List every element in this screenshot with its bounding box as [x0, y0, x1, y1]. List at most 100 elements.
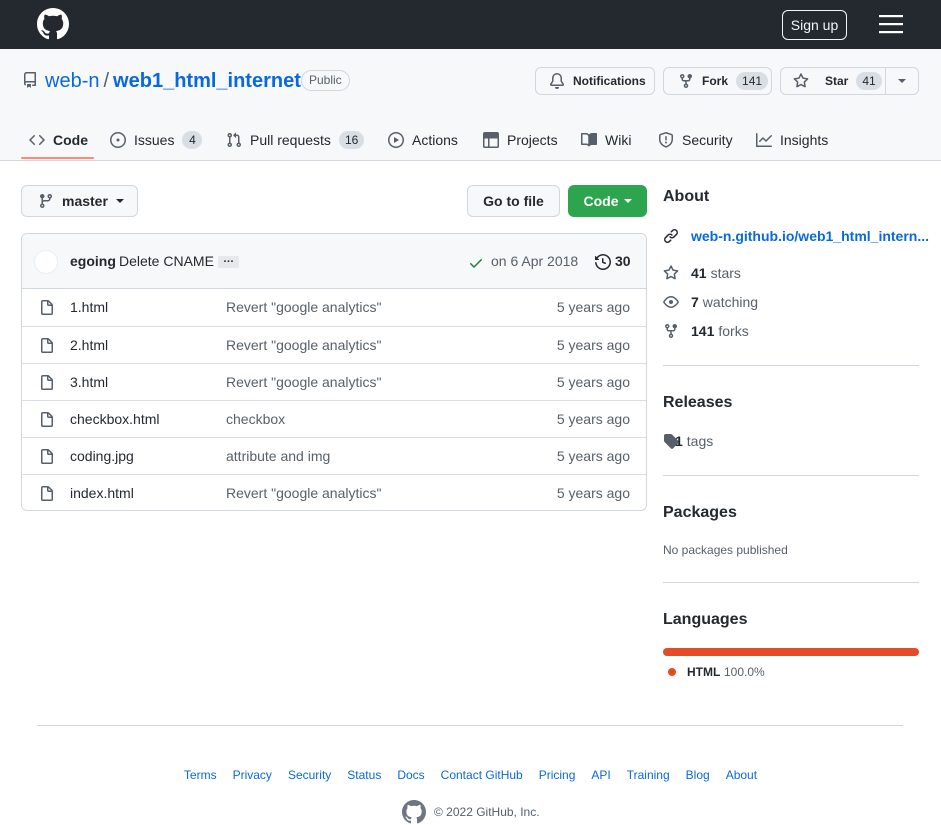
commit-date-link[interactable]: on 6 Apr 2018	[491, 253, 578, 269]
footer-link-docs[interactable]: Docs	[397, 768, 424, 782]
file-commit-message-link[interactable]: attribute and img	[226, 448, 330, 464]
commit-message-link[interactable]: Delete CNAME	[119, 253, 214, 269]
file-icon	[39, 486, 55, 502]
tab-projects[interactable]: Projects	[483, 128, 558, 152]
tab-projects-label: Projects	[507, 132, 558, 148]
chevron-down-icon	[623, 199, 632, 203]
tab-issues[interactable]: Issues 4	[110, 128, 203, 152]
footer-link-privacy[interactable]: Privacy	[233, 768, 272, 782]
file-icon	[39, 449, 55, 465]
tab-insights[interactable]: Insights	[756, 128, 828, 152]
stars-link[interactable]: 41 stars	[663, 265, 741, 281]
file-icon	[39, 412, 55, 428]
footer-link-about[interactable]: About	[726, 768, 757, 782]
star-button[interactable]: Star 41	[781, 68, 887, 94]
latest-commit-row: egoing Delete CNAME … on 6 Apr 2018 30	[22, 234, 646, 289]
watching-count: 7	[691, 294, 699, 310]
watchers-link[interactable]: 7 watching	[663, 294, 758, 310]
tab-code-label: Code	[53, 132, 88, 148]
file-name-link[interactable]: index.html	[70, 485, 134, 501]
file-commit-message-link[interactable]: Revert "google analytics"	[226, 374, 381, 390]
notifications-button[interactable]: Notifications	[535, 67, 655, 95]
file-age: 5 years ago	[556, 299, 630, 315]
commit-author-link[interactable]: egoing	[70, 253, 116, 269]
file-commit-message-link[interactable]: checkbox	[226, 411, 285, 427]
star-list-dropdown[interactable]	[886, 68, 918, 94]
code-icon	[29, 132, 53, 148]
forks-label: forks	[718, 323, 749, 339]
tab-pull-requests[interactable]: Pull requests 16	[226, 128, 365, 152]
about-heading: About	[663, 188, 710, 205]
tab-code[interactable]: Code	[29, 128, 88, 152]
bell-icon	[549, 73, 573, 89]
packages-heading[interactable]: Packages	[663, 504, 737, 522]
website-url: web-n.github.io/web1_html_intern...	[691, 228, 930, 244]
graph-icon	[756, 132, 780, 148]
repo-name-link[interactable]: web1_html_internet	[113, 70, 301, 92]
file-commit-message-link[interactable]: Revert "google analytics"	[226, 299, 381, 315]
shield-icon	[658, 132, 682, 148]
book-icon	[581, 132, 605, 148]
file-name-link[interactable]: checkbox.html	[70, 411, 159, 427]
tab-security[interactable]: Security	[658, 128, 733, 152]
table-icon	[483, 132, 507, 148]
repo-owner-link[interactable]: web-n	[45, 70, 99, 92]
file-row[interactable]: 1.html Revert "google analytics" 5 years…	[22, 289, 646, 326]
history-icon	[595, 254, 611, 270]
footer-link-pricing[interactable]: Pricing	[539, 768, 576, 782]
releases-heading[interactable]: Releases	[663, 394, 732, 412]
footer-link-blog[interactable]: Blog	[686, 768, 710, 782]
hamburger-menu-icon[interactable]	[879, 14, 903, 34]
sidebar-divider	[663, 582, 919, 583]
tab-wiki[interactable]: Wiki	[581, 128, 631, 152]
check-icon[interactable]	[468, 255, 484, 271]
tab-security-label: Security	[682, 132, 733, 148]
file-commit-message-link[interactable]: Revert "google analytics"	[226, 337, 381, 353]
footer-link-api[interactable]: API	[591, 768, 610, 782]
file-icon	[39, 338, 55, 354]
file-commit-message-link[interactable]: Revert "google analytics"	[226, 485, 381, 501]
commit-expand-button[interactable]: …	[218, 254, 239, 268]
tags-link[interactable]: 1 tags	[663, 433, 713, 449]
tags-label: tags	[686, 433, 714, 449]
branch-selector-button[interactable]: master	[21, 185, 138, 217]
eye-icon	[663, 294, 691, 310]
file-row[interactable]: 3.html Revert "google analytics" 5 years…	[22, 363, 646, 400]
go-to-file-button[interactable]: Go to file	[467, 185, 560, 217]
file-name-link[interactable]: 2.html	[70, 337, 108, 353]
file-name-link[interactable]: 1.html	[70, 299, 108, 315]
file-name-link[interactable]: coding.jpg	[70, 448, 134, 464]
fork-icon	[678, 73, 702, 89]
file-row[interactable]: 2.html Revert "google analytics" 5 years…	[22, 326, 646, 363]
footer-link-status[interactable]: Status	[347, 768, 381, 782]
watching-label: watching	[702, 294, 759, 310]
avatar[interactable]	[34, 250, 58, 274]
footer-link-training[interactable]: Training	[627, 768, 670, 782]
stars-count: 41	[691, 265, 707, 281]
file-icon	[39, 300, 55, 316]
branch-name: master	[62, 193, 108, 209]
file-row[interactable]: index.html Revert "google analytics" 5 y…	[22, 474, 646, 510]
issue-icon	[110, 132, 134, 148]
packages-empty-text: No packages published	[663, 543, 788, 557]
tab-issues-label: Issues	[134, 132, 175, 148]
forks-link[interactable]: 141 forks	[663, 323, 749, 339]
fork-button[interactable]: Fork 141	[663, 67, 772, 95]
copyright-text: © 2022 GitHub, Inc.	[434, 805, 540, 819]
commit-count-link[interactable]: 30	[615, 253, 631, 269]
website-link[interactable]: web-n.github.io/web1_html_intern...	[663, 228, 929, 244]
sign-up-button[interactable]: Sign up	[782, 10, 847, 40]
code-dropdown-button[interactable]: Code	[568, 185, 647, 217]
file-row[interactable]: coding.jpg attribute and img 5 years ago	[22, 437, 646, 474]
footer-link-security[interactable]: Security	[288, 768, 331, 782]
file-row[interactable]: checkbox.html checkbox 5 years ago	[22, 400, 646, 437]
footer-link-contact[interactable]: Contact GitHub	[441, 768, 523, 782]
file-name-link[interactable]: 3.html	[70, 374, 108, 390]
github-logo-icon[interactable]	[37, 8, 69, 40]
repo-title-separator: /	[103, 70, 110, 92]
star-button-group: Star 41	[780, 67, 919, 95]
github-mark-icon[interactable]	[402, 800, 434, 824]
footer-link-terms[interactable]: Terms	[184, 768, 217, 782]
pull-request-icon	[226, 132, 250, 148]
tab-actions[interactable]: Actions	[388, 128, 458, 152]
